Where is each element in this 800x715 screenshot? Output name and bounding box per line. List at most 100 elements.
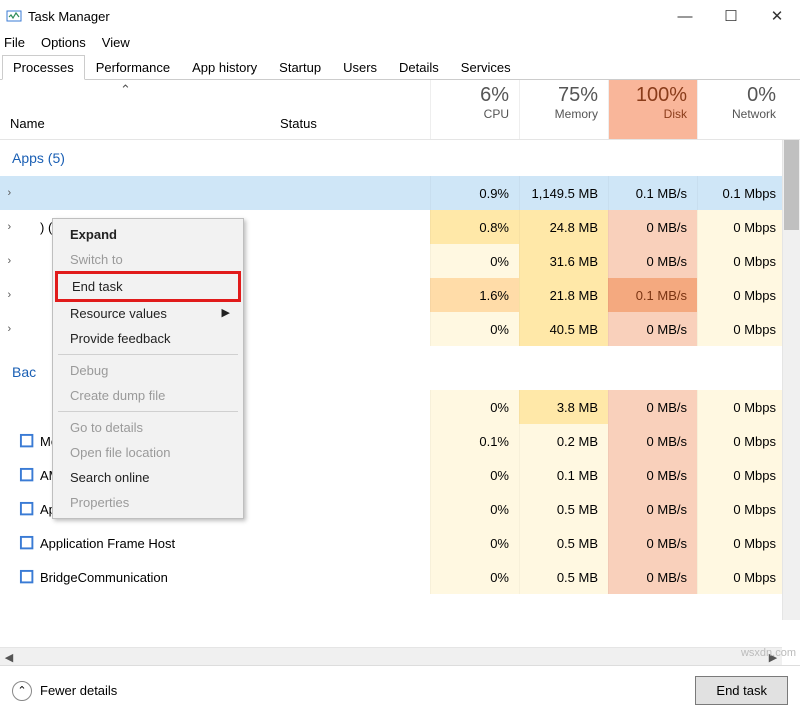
menu-view[interactable]: View — [102, 35, 130, 50]
tab-details[interactable]: Details — [388, 55, 450, 80]
sort-arrow-icon: ⌃ — [120, 82, 131, 98]
disk-cell: 0 MB/s — [608, 424, 697, 458]
disk-cell: 0 MB/s — [608, 244, 697, 278]
mem-label: Memory — [520, 107, 598, 121]
disk-cell: 0 MB/s — [608, 458, 697, 492]
col-disk[interactable]: 100% Disk — [608, 80, 697, 139]
tab-app-history[interactable]: App history — [181, 55, 268, 80]
table-row[interactable]: BridgeCommunication 0% 0.5 MB 0 MB/s 0 M… — [0, 560, 800, 594]
mem-cell: 0.5 MB — [519, 526, 608, 560]
submenu-arrow-icon: ▶ — [222, 306, 230, 319]
cpu-cell: 0% — [430, 492, 519, 526]
expand-icon[interactable]: › — [0, 323, 19, 335]
cpu-cell: 0% — [430, 526, 519, 560]
app-icon — [19, 321, 34, 337]
mem-cell: 0.5 MB — [519, 560, 608, 594]
app-icon — [19, 287, 34, 303]
ctx-properties: Properties — [56, 490, 240, 515]
disk-cell: 0 MB/s — [608, 210, 697, 244]
mem-cell: 3.8 MB — [519, 390, 608, 424]
window-title: Task Manager — [28, 9, 110, 24]
app-icon — [19, 433, 34, 449]
app-icon — [19, 535, 34, 551]
menu-options[interactable]: Options — [41, 35, 86, 50]
expand-icon[interactable]: › — [0, 187, 19, 199]
tab-services[interactable]: Services — [450, 55, 522, 80]
minimize-button[interactable]: — — [662, 0, 708, 32]
cpu-pct: 6% — [431, 84, 509, 107]
col-cpu[interactable]: 6% CPU — [430, 80, 519, 139]
end-task-button[interactable]: End task — [695, 676, 788, 705]
net-cell: 0 Mbps — [697, 244, 786, 278]
net-cell: 0.1 Mbps — [697, 176, 786, 210]
expand-icon[interactable]: › — [0, 255, 19, 267]
mem-cell: 0.2 MB — [519, 424, 608, 458]
ctx-search-online[interactable]: Search online — [56, 465, 240, 490]
expand-icon[interactable]: › — [0, 289, 19, 301]
menu-bar: File Options View — [0, 32, 800, 52]
app-icon — [19, 219, 34, 235]
footer-bar: ⌃ Fewer details End task — [0, 665, 800, 715]
ctx-provide-feedback[interactable]: Provide feedback — [56, 326, 240, 351]
net-cell: 0 Mbps — [697, 492, 786, 526]
process-name: BridgeCommunication — [40, 570, 280, 585]
separator — [58, 411, 238, 412]
ctx-expand[interactable]: Expand — [56, 222, 240, 247]
tab-users[interactable]: Users — [332, 55, 388, 80]
disk-label: Disk — [609, 107, 687, 121]
mem-pct: 75% — [520, 84, 598, 107]
net-cell: 0 Mbps — [697, 526, 786, 560]
col-name-label: Name — [10, 116, 45, 131]
table-row[interactable]: Application Frame Host 0% 0.5 MB 0 MB/s … — [0, 526, 800, 560]
net-cell: 0 Mbps — [697, 312, 786, 346]
app-icon — [19, 467, 34, 483]
net-cell: 0 Mbps — [697, 560, 786, 594]
net-cell: 0 Mbps — [697, 210, 786, 244]
app-icon — [19, 501, 34, 517]
col-status[interactable]: Status — [280, 80, 430, 139]
mem-cell: 40.5 MB — [519, 312, 608, 346]
cpu-cell: 1.6% — [430, 278, 519, 312]
ctx-open-location: Open file location — [56, 440, 240, 465]
cpu-label: CPU — [431, 107, 509, 121]
maximize-button[interactable]: ☐ — [708, 0, 754, 32]
disk-pct: 100% — [609, 84, 687, 107]
app-icon — [19, 399, 34, 415]
ctx-end-task[interactable]: End task — [58, 274, 238, 299]
ctx-resource-values[interactable]: Resource values▶ — [56, 301, 240, 326]
expand-icon[interactable]: › — [0, 221, 19, 233]
horizontal-scrollbar[interactable]: ◀ ▶ — [0, 647, 782, 665]
watermark: wsxdn.com — [741, 647, 796, 659]
menu-file[interactable]: File — [4, 35, 25, 50]
cpu-cell: 0% — [430, 312, 519, 346]
cpu-cell: 0% — [430, 390, 519, 424]
net-label: Network — [698, 107, 776, 121]
scrollbar-thumb[interactable] — [784, 140, 799, 230]
tab-performance[interactable]: Performance — [85, 55, 181, 80]
app-icon — [19, 253, 34, 269]
fewer-details-label: Fewer details — [40, 683, 117, 698]
chevron-up-icon: ⌃ — [12, 681, 32, 701]
cpu-cell: 0.8% — [430, 210, 519, 244]
vertical-scrollbar[interactable] — [782, 140, 800, 620]
group-apps[interactable]: Apps (5) — [0, 140, 800, 176]
table-row[interactable]: › 0.9% 1,149.5 MB 0.1 MB/s 0.1 Mbps — [0, 176, 800, 210]
fewer-details-button[interactable]: ⌃ Fewer details — [12, 681, 117, 701]
tab-startup[interactable]: Startup — [268, 55, 332, 80]
tab-strip: Processes Performance App history Startu… — [0, 54, 800, 80]
ctx-go-to-details: Go to details — [56, 415, 240, 440]
net-pct: 0% — [698, 84, 776, 107]
col-memory[interactable]: 75% Memory — [519, 80, 608, 139]
process-name: Application Frame Host — [40, 536, 280, 551]
separator — [58, 354, 238, 355]
disk-cell: 0 MB/s — [608, 492, 697, 526]
tab-processes[interactable]: Processes — [2, 55, 85, 80]
disk-cell: 0 MB/s — [608, 390, 697, 424]
scroll-left-icon[interactable]: ◀ — [0, 648, 18, 666]
col-name[interactable]: ⌃ Name — [0, 80, 280, 139]
app-icon — [19, 569, 34, 585]
close-button[interactable]: ✕ — [754, 0, 800, 32]
col-network[interactable]: 0% Network — [697, 80, 786, 139]
cpu-cell: 0% — [430, 458, 519, 492]
mem-cell: 0.5 MB — [519, 492, 608, 526]
